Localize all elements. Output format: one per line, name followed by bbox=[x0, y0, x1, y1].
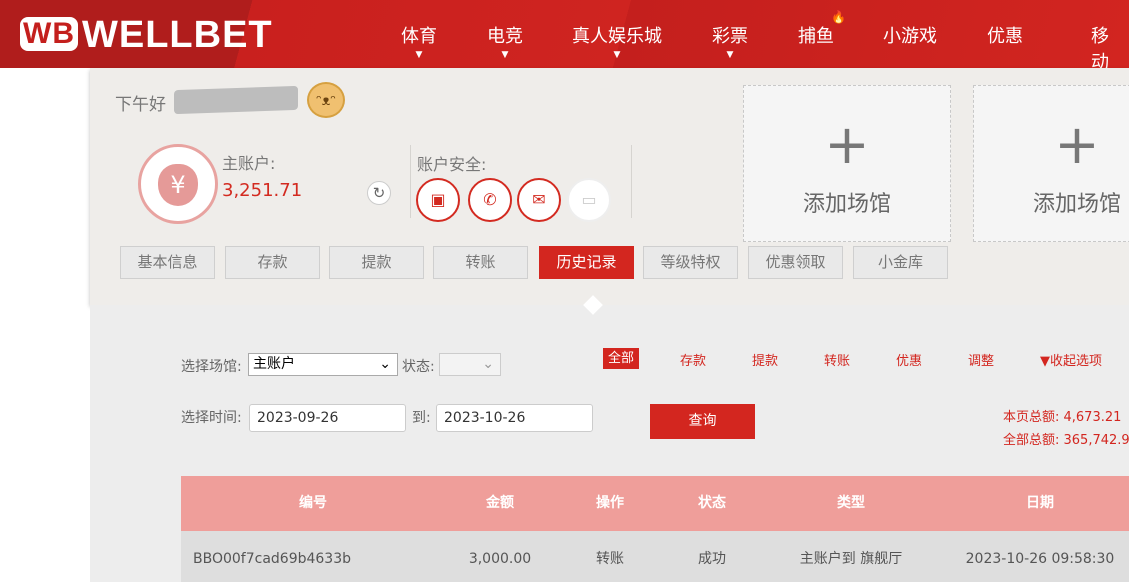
nav-minigames[interactable]: 小游戏 bbox=[883, 22, 937, 48]
cell-id: BBO00f7cad69b4633b bbox=[193, 551, 352, 567]
table-header: 编号 金额 操作 状态 类型 日期 bbox=[181, 476, 1129, 531]
cell-date: 2023-10-26 09:58:30 bbox=[965, 551, 1115, 567]
tab-deposit[interactable]: 存款 bbox=[225, 246, 320, 279]
username-redacted bbox=[174, 85, 298, 115]
plus-icon: + bbox=[824, 113, 870, 176]
email-icon[interactable]: ✉ bbox=[517, 178, 561, 222]
filter-transfer[interactable]: 转账 bbox=[824, 350, 850, 369]
chevron-down-icon: ▼ bbox=[613, 50, 621, 60]
status-select[interactable]: ⌄ bbox=[439, 353, 501, 376]
col-type: 类型 bbox=[837, 495, 865, 511]
plus-icon: + bbox=[1054, 113, 1100, 176]
top-header: WB WELLBET 体育 ▼ 电竞 ▼ 真人娱乐城 ▼ 彩票 ▼ 捕鱼 🔥 小游戏 优惠 … bbox=[0, 0, 1129, 99]
tab-vip-privileges[interactable]: 等级特权 bbox=[643, 246, 738, 279]
to-label: 到: bbox=[412, 410, 431, 426]
id-card-icon[interactable]: ▣ bbox=[416, 178, 460, 222]
query-button[interactable]: 查询 bbox=[650, 404, 755, 439]
greeting: 下午好 bbox=[115, 95, 166, 115]
chevron-down-icon: ▼ bbox=[726, 50, 734, 60]
page-total: 本页总额: 4,673.21 bbox=[1003, 410, 1122, 425]
status-label: 状态: bbox=[402, 359, 435, 375]
col-status: 状态 bbox=[698, 495, 726, 511]
tab-vault[interactable]: 小金库 bbox=[853, 246, 948, 279]
time-label: 选择时间: bbox=[181, 410, 242, 426]
filter-adjust[interactable]: 调整 bbox=[968, 350, 994, 369]
nav-lottery[interactable]: 彩票 ▼ bbox=[712, 22, 748, 60]
nav-sports[interactable]: 体育 ▼ bbox=[401, 22, 437, 60]
refresh-icon[interactable]: ↻ bbox=[367, 181, 391, 205]
filter-withdraw[interactable]: 提款 bbox=[752, 350, 778, 369]
bank-card-icon[interactable]: ▭ bbox=[567, 178, 611, 222]
chevron-down-icon: ⌄ bbox=[379, 356, 391, 372]
main-account-label: 主账户: bbox=[222, 154, 276, 173]
tab-basic-info[interactable]: 基本信息 bbox=[120, 246, 215, 279]
tab-claim-bonus[interactable]: 优惠领取 bbox=[748, 246, 843, 279]
table-row: BBO00f7cad69b4633b 3,000.00 转账 成功 主账户到 旗… bbox=[181, 531, 1129, 582]
main-account-balance: 3,251.71 bbox=[222, 180, 303, 201]
filter-all[interactable]: 全部 bbox=[603, 348, 640, 369]
monkey-avatar-icon: ᵔᴥᵔ bbox=[307, 82, 345, 118]
nav-esports[interactable]: 电竞 ▼ bbox=[487, 22, 523, 60]
collapse-options-link[interactable]: ▼收起选项 bbox=[1040, 350, 1102, 369]
fire-icon: 🔥 bbox=[831, 10, 846, 24]
col-amount: 金额 bbox=[486, 495, 514, 511]
filter-deposit[interactable]: 存款 bbox=[680, 350, 706, 369]
col-action: 操作 bbox=[596, 495, 624, 511]
divider bbox=[631, 145, 632, 218]
venue-select[interactable]: 主账户 ⌄ bbox=[248, 353, 398, 376]
tab-history[interactable]: 历史记录 bbox=[539, 246, 634, 279]
chevron-down-icon: ⌄ bbox=[482, 356, 494, 372]
security-label: 账户安全: bbox=[417, 155, 487, 174]
cell-amount: 3,000.00 bbox=[468, 551, 532, 567]
chevron-down-icon: ▼ bbox=[415, 50, 423, 60]
add-venue-card[interactable]: + 添加场馆 bbox=[743, 85, 951, 242]
tab-withdraw[interactable]: 提款 bbox=[329, 246, 424, 279]
filter-bonus[interactable]: 优惠 bbox=[896, 350, 922, 369]
cell-type: 主账户到 旗舰厅 bbox=[799, 551, 903, 567]
cell-status: 成功 bbox=[698, 551, 726, 567]
cell-action: 转账 bbox=[596, 551, 624, 567]
all-total: 全部总额: 365,742.97 bbox=[1003, 433, 1129, 448]
wellbet-logo[interactable]: WB WELLBET bbox=[20, 14, 273, 57]
sms-phone-icon[interactable]: ✆ bbox=[468, 178, 512, 222]
venue-label: 选择场馆: bbox=[181, 359, 242, 375]
money-bag-icon: ¥ bbox=[138, 144, 218, 224]
add-venue-card[interactable]: + 添加场馆 bbox=[973, 85, 1129, 242]
col-date: 日期 bbox=[1026, 495, 1054, 511]
date-from-input[interactable]: 2023-09-26 bbox=[249, 404, 406, 432]
tab-transfer[interactable]: 转账 bbox=[433, 246, 528, 279]
nav-promotions[interactable]: 优惠 bbox=[987, 22, 1023, 48]
chevron-down-icon: ▼ bbox=[501, 50, 509, 60]
date-to-input[interactable]: 2023-10-26 bbox=[436, 404, 593, 432]
nav-fishing[interactable]: 捕鱼 🔥 bbox=[798, 10, 846, 48]
col-id: 编号 bbox=[299, 495, 327, 511]
divider bbox=[410, 145, 411, 218]
nav-live-casino[interactable]: 真人娱乐城 ▼ bbox=[572, 22, 662, 60]
